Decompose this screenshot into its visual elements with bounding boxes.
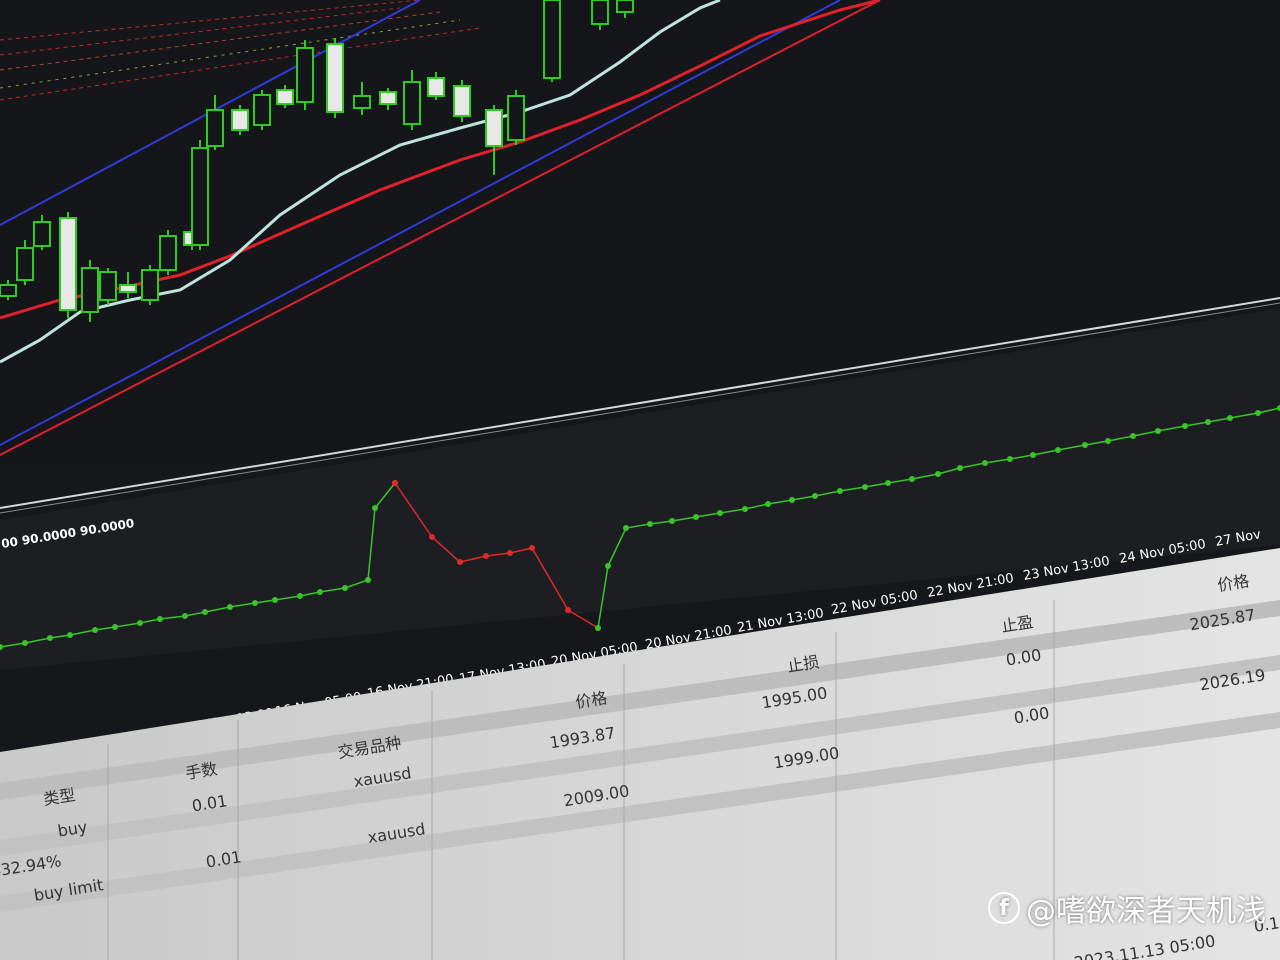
equity-point — [982, 460, 988, 466]
candle-body — [403, 81, 421, 125]
candle-body — [507, 95, 525, 141]
equity-point — [1255, 410, 1261, 416]
equity-point — [483, 553, 489, 559]
equity-point — [1007, 456, 1013, 462]
candle-body — [379, 91, 397, 105]
equity-point — [909, 476, 915, 482]
equity-point — [317, 589, 323, 595]
candle-body — [191, 147, 209, 246]
equity-point — [182, 613, 188, 619]
candle-body — [59, 217, 77, 311]
candle-body — [119, 284, 137, 293]
equity-point — [457, 559, 463, 565]
equity-point — [227, 604, 233, 610]
equity-point — [595, 625, 601, 631]
candle-body — [591, 0, 609, 25]
candle-body — [231, 109, 249, 131]
candle-body — [206, 109, 224, 147]
equity-point — [365, 577, 371, 583]
facebook-logo-icon: f — [988, 892, 1020, 924]
equity-point — [742, 506, 748, 512]
watermark: f @嗜欲深者天机浅 — [988, 886, 1266, 930]
candle-body — [0, 284, 17, 297]
equity-point — [1155, 428, 1161, 434]
watermark-text: @嗜欲深者天机浅 — [1026, 894, 1266, 929]
equity-point — [765, 501, 771, 507]
equity-point — [885, 480, 891, 486]
candle-body — [33, 221, 51, 247]
equity-point — [1105, 438, 1111, 444]
equity-point — [812, 493, 818, 499]
equity-point — [202, 609, 208, 615]
equity-point — [22, 640, 28, 646]
equity-point — [112, 624, 118, 630]
equity-point — [717, 510, 723, 516]
candle-body — [81, 267, 99, 313]
equity-point — [1182, 423, 1188, 429]
equity-point — [92, 627, 98, 633]
equity-point — [372, 505, 378, 511]
equity-point — [862, 484, 868, 490]
candle-body — [427, 77, 445, 97]
equity-point — [392, 480, 398, 486]
candle-body — [296, 47, 314, 103]
equity-point — [1055, 447, 1061, 453]
equity-point — [789, 497, 795, 503]
equity-point — [935, 471, 941, 477]
equity-point — [623, 525, 629, 531]
equity-point — [693, 514, 699, 520]
candle-body — [159, 235, 177, 271]
candle-body — [141, 269, 159, 301]
equity-point — [647, 521, 653, 527]
equity-point — [837, 488, 843, 494]
candle-body — [543, 0, 561, 79]
candle-body — [353, 95, 371, 109]
equity-point — [529, 545, 535, 551]
candle-body — [16, 247, 34, 281]
equity-point — [957, 465, 963, 471]
equity-point — [669, 518, 675, 524]
candle-body — [485, 109, 503, 147]
candle-body — [616, 0, 634, 13]
equity-point — [67, 632, 73, 638]
equity-point — [252, 600, 258, 606]
candle-body — [253, 94, 271, 126]
candle-body — [99, 271, 117, 301]
equity-point — [1082, 442, 1088, 448]
equity-point — [157, 616, 163, 622]
equity-point — [1130, 433, 1136, 439]
candle-body — [276, 89, 294, 105]
equity-point — [137, 620, 143, 626]
trading-chart[interactable]: 00 90.0000 90.0000 14 Nov 05:0014 Nov 21… — [0, 0, 1280, 960]
equity-point — [297, 593, 303, 599]
equity-point — [605, 563, 611, 569]
equity-point — [429, 534, 435, 540]
equity-point — [507, 550, 513, 556]
equity-point — [342, 585, 348, 591]
equity-point — [565, 607, 571, 613]
equity-point — [47, 635, 53, 641]
candle-body — [453, 85, 471, 117]
candle-body — [326, 43, 344, 113]
equity-point — [1030, 452, 1036, 458]
equity-point — [272, 597, 278, 603]
equity-point — [1227, 415, 1233, 421]
equity-point — [1205, 419, 1211, 425]
